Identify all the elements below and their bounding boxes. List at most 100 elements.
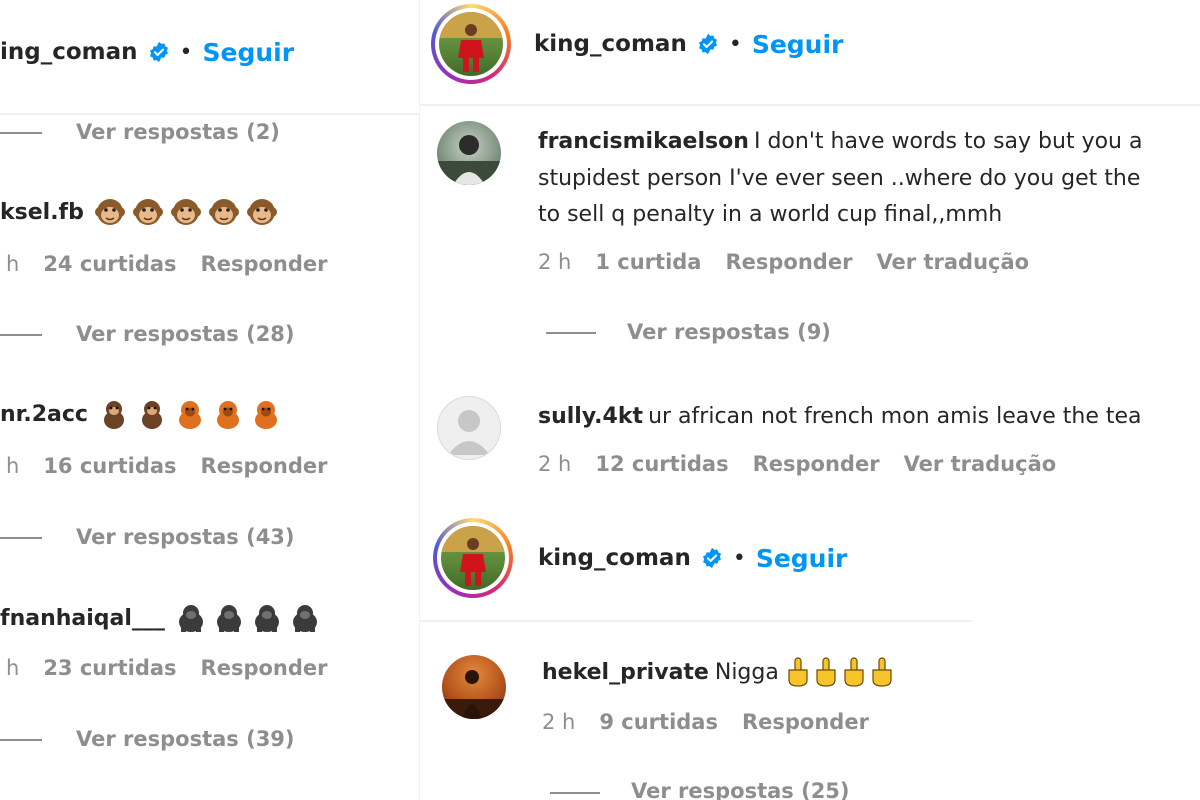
see-translation-link[interactable]: Ver tradução (876, 250, 1029, 274)
header-divider (0, 113, 420, 115)
reply-button[interactable]: Responder (201, 656, 328, 680)
comment-username[interactable]: sully.4kt (538, 404, 643, 429)
orangutan-emoji (178, 401, 201, 429)
reply-button[interactable]: Responder (753, 452, 880, 476)
post-header: king_coman • Seguir (534, 24, 843, 64)
author-avatar (439, 12, 503, 76)
verified-badge-icon (149, 41, 168, 63)
middle-finger-emoji (844, 657, 864, 687)
comment-time: h (6, 454, 20, 478)
author-username[interactable]: king_coman (538, 545, 691, 571)
comment-row: ksel.fb (0, 196, 278, 228)
comment-row: fnanhaiqal___ (0, 602, 321, 634)
reply-button[interactable]: Responder (201, 252, 328, 276)
comment-text: Nigga (714, 659, 779, 685)
view-replies-link[interactable]: Ver respostas (43) (76, 525, 295, 549)
middle-finger-emoji-group (785, 656, 895, 688)
orangutan-emoji (216, 401, 239, 429)
right-screenshot-panel: king_coman • Seguir francismikaelson I d… (420, 0, 1200, 800)
person-photo-icon (442, 670, 506, 719)
header-divider (420, 104, 1200, 106)
commenter-avatar[interactable] (437, 121, 501, 185)
post-header: king_coman • Seguir (538, 538, 847, 578)
like-count[interactable]: 16 curtidas (43, 454, 176, 478)
player-photo-icon (439, 12, 503, 72)
reply-button[interactable]: Responder (201, 454, 328, 478)
reply-button[interactable]: Responder (725, 250, 852, 274)
author-username[interactable]: ing_coman (0, 39, 138, 65)
comment-meta: 2 h 1 curtida Responder Ver tradução (538, 250, 1029, 274)
orangutan-emoji (254, 401, 277, 429)
post-header: ing_coman • Seguir (0, 32, 294, 72)
middle-finger-emoji (872, 657, 892, 687)
replies-line (0, 132, 42, 134)
commenter-avatar[interactable] (437, 396, 501, 460)
comment-username[interactable]: ksel.fb (0, 200, 84, 225)
like-count[interactable]: 1 curtida (595, 250, 701, 274)
verified-badge-icon (702, 547, 721, 569)
comment-time: 2 h (538, 452, 572, 476)
monkey-emoji (103, 401, 124, 429)
person-photo-icon (437, 135, 501, 185)
story-ring[interactable] (431, 4, 511, 84)
replies-line (0, 739, 42, 741)
monkey-face-emoji (246, 199, 277, 225)
like-count[interactable]: 23 curtidas (43, 656, 176, 680)
comment-body: sully.4kt ur african not french mon amis… (538, 399, 1142, 436)
comment-meta: h 23 curtidas Responder (6, 656, 328, 680)
replies-line (0, 334, 42, 336)
view-replies-link[interactable]: Ver respostas (9) (627, 320, 831, 344)
view-replies-link[interactable]: Ver respostas (25) (631, 779, 850, 800)
comment-username[interactable]: francismikaelson (538, 129, 749, 154)
monkey-orangutan-emoji-group (98, 398, 282, 430)
default-user-icon (448, 410, 490, 455)
view-replies-link[interactable]: Ver respostas (2) (76, 120, 280, 144)
view-replies-link[interactable]: Ver respostas (39) (76, 727, 295, 751)
separator-dot: • (179, 39, 193, 65)
commenter-avatar[interactable] (442, 655, 506, 719)
follow-button[interactable]: Seguir (203, 38, 295, 67)
monkey-face-emoji (208, 199, 239, 225)
comment-text: ur african not french mon amis leave the… (648, 404, 1142, 429)
see-translation-link[interactable]: Ver tradução (904, 452, 1057, 476)
comment-meta: 2 h 12 curtidas Responder Ver tradução (538, 452, 1056, 476)
comment-row: nr.2acc (0, 398, 282, 430)
left-screenshot-panel: ing_coman • Seguir Ver respostas (2) kse… (0, 0, 420, 800)
gorilla-emoji (216, 605, 241, 632)
story-ring[interactable] (433, 518, 513, 598)
like-count[interactable]: 12 curtidas (595, 452, 728, 476)
monkey-face-emoji (94, 199, 125, 225)
author-username[interactable]: king_coman (534, 31, 687, 57)
verified-badge-icon (698, 33, 717, 55)
comment-text-line: stupidest person I've ever seen ..where … (538, 166, 1141, 191)
gorilla-emoji (178, 605, 203, 632)
comment-time: h (6, 656, 20, 680)
separator-dot: • (728, 31, 742, 57)
monkey-face-emoji (170, 199, 201, 225)
middle-finger-emoji (816, 657, 836, 687)
header-divider (420, 620, 972, 622)
player-photo-icon (441, 526, 505, 586)
comment-time: 2 h (542, 710, 576, 734)
reply-button[interactable]: Responder (742, 710, 869, 734)
separator-dot: • (732, 545, 746, 571)
monkey-face-emoji-group (94, 196, 278, 228)
middle-finger-emoji (788, 657, 808, 687)
like-count[interactable]: 9 curtidas (599, 710, 718, 734)
author-avatar (441, 526, 505, 590)
view-replies-link[interactable]: Ver respostas (28) (76, 322, 295, 346)
comment-time: 2 h (538, 250, 572, 274)
comment-username[interactable]: fnanhaiqal___ (0, 606, 165, 631)
comment-text-line: I don't have words to say but you a (753, 129, 1143, 154)
follow-button[interactable]: Seguir (756, 544, 848, 573)
replies-line (546, 332, 596, 334)
gorilla-emoji-group (175, 602, 321, 634)
comment-username[interactable]: hekel_private (542, 660, 709, 685)
monkey-emoji (141, 401, 162, 429)
comment-username[interactable]: nr.2acc (0, 402, 88, 427)
follow-button[interactable]: Seguir (752, 30, 844, 59)
replies-line (0, 537, 42, 539)
like-count[interactable]: 24 curtidas (43, 252, 176, 276)
comment-body: francismikaelson I don't have words to s… (538, 124, 1142, 233)
comment-meta: h 24 curtidas Responder (6, 252, 328, 276)
